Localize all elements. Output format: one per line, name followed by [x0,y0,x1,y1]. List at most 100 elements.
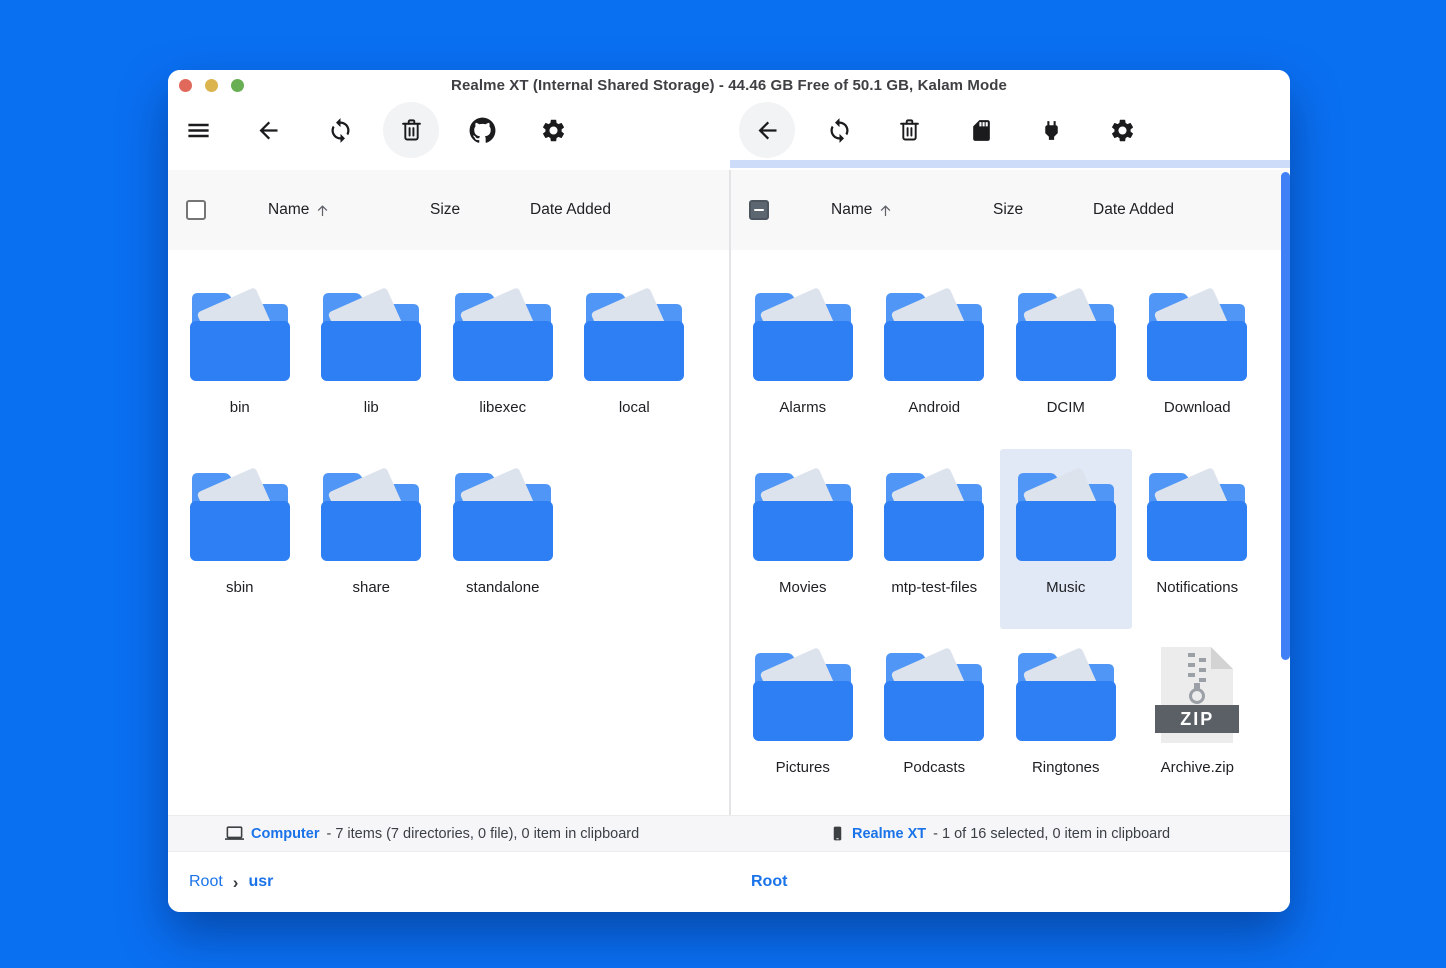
file-item[interactable]: Alarms [737,269,869,449]
file-item-selected[interactable]: Music [1000,449,1132,629]
back-button[interactable] [240,102,296,158]
breadcrumb-bar: Root › usr Root [168,852,1290,912]
app-window: Realme XT (Internal Shared Storage) - 44… [168,70,1290,912]
back-icon [758,121,776,139]
folder-icon [880,465,988,565]
column-size[interactable]: Size [430,170,460,250]
file-item-label: local [618,399,650,416]
computer-link[interactable]: Computer [251,826,319,842]
file-item[interactable]: libexec [437,269,569,449]
github-button[interactable] [454,102,510,158]
device-breadcrumb: Root [751,852,787,912]
folder-icon [580,285,688,385]
file-item-label: Ringtones [1031,759,1100,776]
folder-icon [186,465,294,565]
disconnect-button[interactable] [1023,102,1079,158]
sort-ascending-icon [318,205,328,216]
file-item[interactable]: lib [306,269,438,449]
column-size[interactable]: Size [993,170,1023,250]
statusbar: Computer - 7 items (7 directories, 0 fil… [168,815,1290,852]
file-item-label: DCIM [1046,399,1085,416]
file-panes: Name Size Date Added bin lib libexec loc… [168,170,1290,815]
file-item-label: Movies [778,579,827,596]
device-file-grid: Alarms Android DCIM Download Movies mtp-… [731,250,1290,815]
file-item-label: Notifications [1156,579,1239,596]
chevron-right-icon: › [232,873,239,892]
breadcrumb-root[interactable]: Root [751,873,787,891]
file-item-label: libexec [479,399,527,416]
file-item[interactable]: Podcasts [869,629,1001,809]
delete-icon [401,118,421,140]
device-status: Realme XT - 1 of 16 selected, 0 item in … [830,816,1170,851]
file-item[interactable]: Pictures [737,629,869,809]
column-name[interactable]: Name [268,170,330,250]
storage-select-button[interactable] [953,102,1009,158]
sort-ascending-icon [881,205,891,216]
file-item-label: standalone [466,579,540,596]
folder-icon [317,285,425,385]
menu-button[interactable] [170,102,226,158]
window-title: Realme XT (Internal Shared Storage) - 44… [451,77,1007,94]
file-item-label: Music [1046,579,1086,596]
folder-icon [449,465,557,565]
file-item[interactable]: local [569,269,701,449]
toolbar [168,100,1290,162]
file-item-label: Archive.zip [1160,759,1234,776]
refresh-icon [830,117,848,143]
device-pane: Name Size Date Added Alarms Android DCIM [731,170,1290,815]
file-item[interactable]: Notifications [1132,449,1264,629]
github-icon [469,117,495,143]
indeterminate-icon [754,208,764,212]
zip-badge: ZIP [1155,705,1240,733]
file-item[interactable]: mtp-test-files [869,449,1001,629]
file-item[interactable]: sbin [174,449,306,629]
device-settings-button[interactable] [1094,102,1150,158]
folder-icon [317,465,425,565]
file-item-label: lib [363,399,379,416]
refresh-button[interactable] [312,102,368,158]
titlebar: Realme XT (Internal Shared Storage) - 44… [168,70,1290,100]
menu-icon [187,123,209,137]
column-date-added[interactable]: Date Added [1093,170,1174,250]
delete-icon [899,118,919,140]
select-all-checkbox[interactable] [749,200,769,220]
column-name[interactable]: Name [831,170,893,250]
sd-card-icon [972,119,990,141]
file-item[interactable]: Ringtones [1000,629,1132,809]
device-link[interactable]: Realme XT [852,826,926,842]
breadcrumb-root[interactable]: Root [189,873,223,891]
folder-icon [1012,465,1120,565]
folder-icon [1012,645,1120,745]
delete-button[interactable] [383,102,439,158]
folder-icon [749,645,857,745]
refresh-icon [331,117,349,143]
device-pane-scrollbar[interactable] [1281,172,1290,660]
breadcrumb-current[interactable]: usr [248,873,273,891]
file-item[interactable]: Android [869,269,1001,449]
local-status: Computer - 7 items (7 directories, 0 fil… [225,816,639,851]
file-item[interactable]: Download [1132,269,1264,449]
folder-icon [749,465,857,565]
file-item-label: bin [229,399,250,416]
local-list-header: Name Size Date Added [168,170,729,250]
settings-icon [542,119,564,141]
file-item[interactable]: bin [174,269,306,449]
select-all-checkbox[interactable] [186,200,206,220]
device-delete-button[interactable] [881,102,937,158]
folder-icon [1012,285,1120,385]
file-item[interactable]: standalone [437,449,569,629]
file-item[interactable]: ZIP Archive.zip [1132,629,1264,809]
device-back-button[interactable] [739,102,795,158]
device-refresh-button[interactable] [811,102,867,158]
laptop-icon [225,826,244,840]
file-item[interactable]: Movies [737,449,869,629]
file-item[interactable]: DCIM [1000,269,1132,449]
file-item-label: share [352,579,391,596]
device-list-header: Name Size Date Added [731,170,1290,250]
device-status-detail: - 1 of 16 selected, 0 item in clipboard [933,825,1171,842]
column-date-added[interactable]: Date Added [530,170,611,250]
settings-button[interactable] [525,102,581,158]
file-item[interactable]: share [306,449,438,629]
file-item-label: sbin [225,579,254,596]
file-item-label: Alarms [779,399,827,416]
